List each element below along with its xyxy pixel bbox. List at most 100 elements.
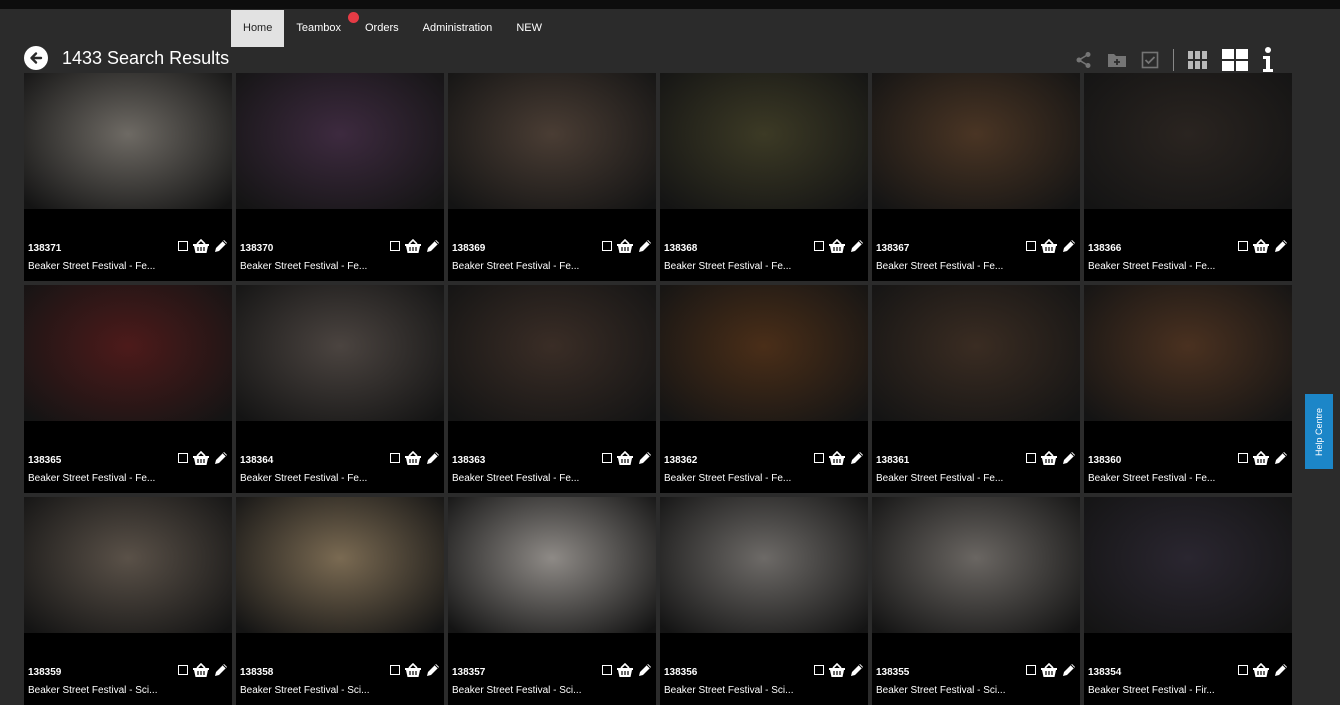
result-card[interactable]: 138359 Beaker Street Festival - Sci... <box>24 497 232 705</box>
edit-button[interactable] <box>850 239 864 253</box>
result-card[interactable]: 138358 Beaker Street Festival - Sci... <box>236 497 444 705</box>
result-thumbnail[interactable] <box>1084 73 1292 209</box>
result-thumbnail[interactable] <box>236 285 444 421</box>
select-checkbox[interactable] <box>1026 453 1036 463</box>
select-checkbox[interactable] <box>178 241 188 251</box>
result-thumbnail[interactable] <box>1084 497 1292 633</box>
add-to-folder-button[interactable] <box>1107 52 1127 68</box>
result-thumbnail[interactable] <box>872 285 1080 421</box>
help-centre-tab[interactable]: Help Centre <box>1305 394 1333 469</box>
result-thumbnail[interactable] <box>660 73 868 209</box>
select-checkbox[interactable] <box>1238 453 1248 463</box>
select-checkbox[interactable] <box>602 453 612 463</box>
back-button[interactable] <box>24 46 48 70</box>
select-checkbox[interactable] <box>814 241 824 251</box>
nav-item-orders[interactable]: Orders <box>353 10 411 47</box>
edit-button[interactable] <box>426 239 440 253</box>
share-button[interactable] <box>1075 51 1093 69</box>
select-checkbox[interactable] <box>390 241 400 251</box>
add-to-basket-button[interactable] <box>1041 663 1057 677</box>
add-to-basket-button[interactable] <box>193 451 209 465</box>
select-checkbox[interactable] <box>1026 241 1036 251</box>
edit-button[interactable] <box>214 451 228 465</box>
select-checkbox[interactable] <box>602 665 612 675</box>
nav-item-new[interactable]: NEW <box>504 10 554 47</box>
add-to-basket-button[interactable] <box>829 663 845 677</box>
nav-item-administration[interactable]: Administration <box>411 10 505 47</box>
add-to-basket-button[interactable] <box>829 239 845 253</box>
result-card[interactable]: 138368 Beaker Street Festival - Fe... <box>660 73 868 281</box>
add-to-basket-button[interactable] <box>405 451 421 465</box>
select-checkbox[interactable] <box>814 665 824 675</box>
result-card[interactable]: 138356 Beaker Street Festival - Sci... <box>660 497 868 705</box>
result-thumbnail[interactable] <box>448 497 656 633</box>
result-card[interactable]: 138371 Beaker Street Festival - Fe... <box>24 73 232 281</box>
result-card[interactable]: 138370 Beaker Street Festival - Fe... <box>236 73 444 281</box>
result-thumbnail[interactable] <box>448 285 656 421</box>
edit-button[interactable] <box>214 663 228 677</box>
select-checkbox[interactable] <box>178 453 188 463</box>
small-grid-button[interactable] <box>1188 51 1208 69</box>
add-to-basket-button[interactable] <box>617 451 633 465</box>
result-card[interactable]: 138362 Beaker Street Festival - Fe... <box>660 285 868 493</box>
add-to-basket-button[interactable] <box>193 663 209 677</box>
add-to-basket-button[interactable] <box>829 451 845 465</box>
result-thumbnail[interactable] <box>24 497 232 633</box>
edit-button[interactable] <box>638 663 652 677</box>
edit-button[interactable] <box>1062 451 1076 465</box>
large-grid-button[interactable] <box>1222 49 1248 71</box>
select-checkbox[interactable] <box>814 453 824 463</box>
result-card[interactable]: 138369 Beaker Street Festival - Fe... <box>448 73 656 281</box>
add-to-basket-button[interactable] <box>1041 239 1057 253</box>
edit-button[interactable] <box>1274 451 1288 465</box>
edit-button[interactable] <box>1062 239 1076 253</box>
result-card[interactable]: 138357 Beaker Street Festival - Sci... <box>448 497 656 705</box>
select-checkbox[interactable] <box>1026 665 1036 675</box>
edit-button[interactable] <box>850 451 864 465</box>
result-thumbnail[interactable] <box>24 285 232 421</box>
result-card[interactable]: 138355 Beaker Street Festival - Sci... <box>872 497 1080 705</box>
select-checkbox[interactable] <box>390 453 400 463</box>
result-card[interactable]: 138354 Beaker Street Festival - Fir... <box>1084 497 1292 705</box>
result-thumbnail[interactable] <box>872 497 1080 633</box>
result-thumbnail[interactable] <box>872 73 1080 209</box>
add-to-basket-button[interactable] <box>617 239 633 253</box>
select-checkbox[interactable] <box>1238 241 1248 251</box>
edit-button[interactable] <box>426 663 440 677</box>
add-to-basket-button[interactable] <box>405 239 421 253</box>
edit-button[interactable] <box>638 239 652 253</box>
result-thumbnail[interactable] <box>660 497 868 633</box>
result-thumbnail[interactable] <box>448 73 656 209</box>
info-button[interactable] <box>1262 47 1274 73</box>
add-to-basket-button[interactable] <box>193 239 209 253</box>
nav-item-home[interactable]: Home <box>231 10 285 47</box>
add-to-basket-button[interactable] <box>405 663 421 677</box>
result-thumbnail[interactable] <box>236 497 444 633</box>
edit-button[interactable] <box>1274 663 1288 677</box>
edit-button[interactable] <box>638 451 652 465</box>
result-thumbnail[interactable] <box>24 73 232 209</box>
result-card[interactable]: 138366 Beaker Street Festival - Fe... <box>1084 73 1292 281</box>
result-card[interactable]: 138364 Beaker Street Festival - Fe... <box>236 285 444 493</box>
result-card[interactable]: 138367 Beaker Street Festival - Fe... <box>872 73 1080 281</box>
select-checkbox[interactable] <box>602 241 612 251</box>
nav-item-teambox[interactable]: Teambox <box>284 10 359 47</box>
result-thumbnail[interactable] <box>1084 285 1292 421</box>
result-card[interactable]: 138361 Beaker Street Festival - Fe... <box>872 285 1080 493</box>
edit-button[interactable] <box>850 663 864 677</box>
result-thumbnail[interactable] <box>660 285 868 421</box>
edit-button[interactable] <box>1062 663 1076 677</box>
add-to-basket-button[interactable] <box>1041 451 1057 465</box>
edit-button[interactable] <box>214 239 228 253</box>
edit-button[interactable] <box>1274 239 1288 253</box>
select-all-button[interactable] <box>1141 51 1159 69</box>
result-card[interactable]: 138363 Beaker Street Festival - Fe... <box>448 285 656 493</box>
add-to-basket-button[interactable] <box>1253 663 1269 677</box>
result-thumbnail[interactable] <box>236 73 444 209</box>
result-card[interactable]: 138365 Beaker Street Festival - Fe... <box>24 285 232 493</box>
edit-button[interactable] <box>426 451 440 465</box>
add-to-basket-button[interactable] <box>1253 239 1269 253</box>
result-card[interactable]: 138360 Beaker Street Festival - Fe... <box>1084 285 1292 493</box>
select-checkbox[interactable] <box>178 665 188 675</box>
select-checkbox[interactable] <box>390 665 400 675</box>
